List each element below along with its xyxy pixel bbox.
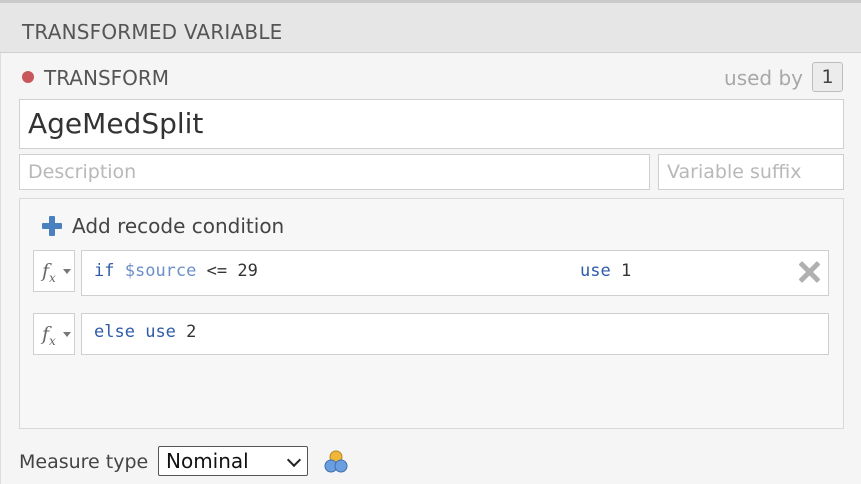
if-keyword: if	[94, 261, 115, 281]
section-title: TRANSFORMED VARIABLE	[22, 20, 283, 44]
chevron-down-icon	[63, 332, 71, 337]
condition-expression[interactable]: if $source <= 29	[94, 261, 258, 281]
measure-type-value: Nominal	[166, 449, 249, 473]
transform-name-input[interactable]: AgeMedSplit	[19, 99, 844, 149]
use-keyword: use	[145, 322, 176, 342]
remove-condition-icon[interactable]	[798, 261, 820, 283]
use-value: 1	[610, 261, 632, 281]
measure-type-select[interactable]: Nominal	[158, 446, 308, 476]
variable-suffix-input[interactable]: Variable suffix	[658, 154, 844, 190]
add-recode-condition-label: Add recode condition	[72, 214, 285, 238]
used-by-label: used by	[724, 66, 803, 90]
else-condition-row[interactable]: else use 2	[81, 313, 829, 355]
recode-condition-row[interactable]: if $source <= 29 use 1	[81, 250, 829, 296]
condition-operator-value: <= 29	[196, 261, 258, 281]
description-input[interactable]: Description	[19, 154, 650, 190]
else-keyword: else	[94, 322, 135, 342]
plus-icon	[42, 216, 62, 236]
source-variable: $source	[124, 261, 197, 281]
nominal-icon	[324, 450, 348, 473]
else-value: 2	[175, 322, 197, 342]
function-menu-button[interactable]: fx	[33, 313, 75, 355]
function-icon: fx	[42, 260, 56, 285]
section-header: TRANSFORMED VARIABLE	[0, 0, 861, 53]
condition-use-value[interactable]: use 1	[580, 261, 631, 281]
transform-label: TRANSFORM	[44, 66, 170, 90]
chevron-down-icon	[286, 452, 302, 468]
function-menu-button[interactable]: fx	[33, 250, 75, 292]
used-by-count-button[interactable]: 1	[812, 62, 843, 92]
function-icon: fx	[42, 323, 56, 348]
else-expression[interactable]: else use 2	[94, 322, 196, 342]
status-dot-icon	[22, 71, 34, 83]
chevron-down-icon	[63, 269, 71, 274]
use-keyword: use	[580, 261, 611, 281]
measure-type-label: Measure type	[19, 451, 149, 473]
add-recode-condition-button[interactable]: Add recode condition	[42, 212, 284, 240]
